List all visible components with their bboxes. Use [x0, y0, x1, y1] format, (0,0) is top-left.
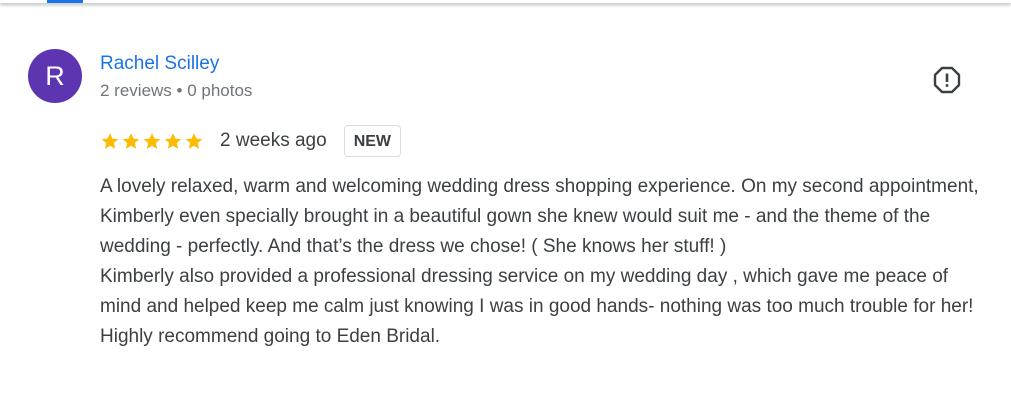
- report-flag-icon[interactable]: [932, 65, 962, 95]
- star-icon: [164, 133, 182, 149]
- review-time: 2 weeks ago: [220, 130, 327, 151]
- author-meta: 2 reviews • 0 photos: [100, 81, 253, 100]
- star-rating: [100, 131, 204, 151]
- new-badge: NEW: [343, 125, 402, 157]
- avatar[interactable]: R: [28, 49, 82, 103]
- rating-row: 2 weeks ago NEW: [100, 124, 402, 158]
- star-icon: [185, 133, 203, 149]
- review-text: A lovely relaxed, warm and welcoming wed…: [100, 176, 979, 347]
- star-icon: [122, 133, 140, 149]
- star-icon: [101, 133, 119, 149]
- review-card: R Rachel Scilley 2 reviews • 0 photos 2 …: [0, 0, 1011, 405]
- star-icon: [143, 133, 161, 149]
- author-name[interactable]: Rachel Scilley: [100, 53, 219, 75]
